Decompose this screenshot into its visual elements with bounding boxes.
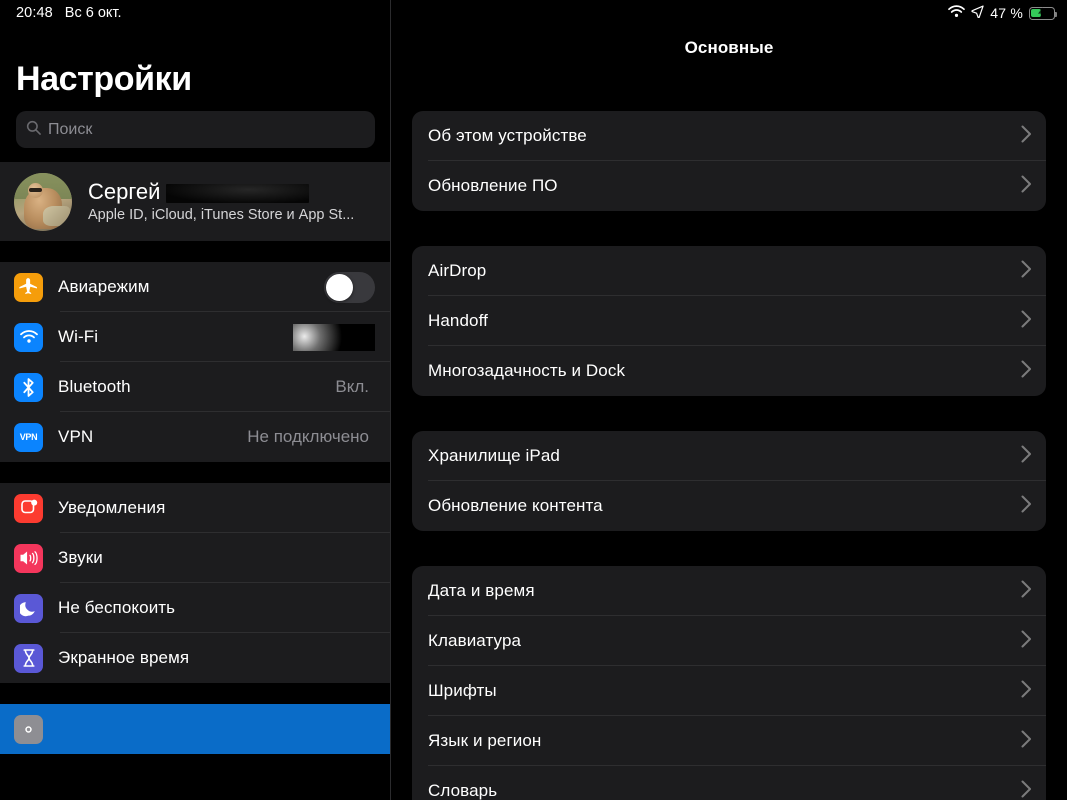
gear-icon (14, 714, 43, 744)
chevron-right-icon (1021, 780, 1032, 800)
notifications-icon (14, 493, 43, 523)
search-placeholder: Поиск (48, 120, 93, 138)
hourglass-icon (14, 643, 43, 673)
sidebar-item-sounds[interactable]: Звуки (0, 533, 391, 583)
sidebar-item-label: Bluetooth (58, 377, 131, 396)
sidebar-item-label: Экранное время (58, 648, 190, 667)
card-spacer (412, 58, 1046, 111)
detail-item-dictionary[interactable]: Словарь (412, 766, 1046, 800)
airplane-mode-toggle[interactable] (324, 271, 375, 303)
detail-item-about[interactable]: Об этом устройстве (412, 111, 1046, 161)
chevron-right-icon (1021, 125, 1032, 148)
notifications-group: Уведомления Звуки Не беспокоить Экранное… (0, 483, 391, 683)
chevron-right-icon (1021, 495, 1032, 518)
chevron-right-icon (1021, 730, 1032, 753)
detail-item-label: Шрифты (428, 681, 497, 700)
search-icon (26, 120, 41, 140)
chevron-right-icon (1021, 580, 1032, 603)
detail-item-software-update[interactable]: Обновление ПО (412, 161, 1046, 211)
sidebar-item-label: Уведомления (58, 498, 166, 517)
detail-item-ipad-storage[interactable]: Хранилище iPad (412, 431, 1046, 481)
chevron-right-icon (1021, 260, 1032, 283)
detail-item-label: Многозадачность и Dock (428, 361, 626, 380)
detail-item-label: Язык и регион (428, 731, 542, 750)
sidebar-item-wifi[interactable]: Wi-Fi (0, 312, 391, 362)
detail-item-label: Обновление ПО (428, 176, 558, 195)
detail-item-background-refresh[interactable]: Обновление контента (412, 481, 1046, 531)
vpn-icon: VPN (14, 422, 43, 452)
account-group: Сергей Apple ID, iCloud, iTunes Store и … (0, 162, 391, 241)
account-name: Сергей (88, 178, 161, 204)
general-group (0, 704, 391, 754)
detail-group-continuity: AirDrop Handoff Многозадачность и Dock (412, 246, 1046, 396)
detail-item-keyboard[interactable]: Клавиатура (412, 616, 1046, 666)
detail-item-label: Об этом устройстве (428, 126, 587, 145)
sidebar-divider (390, 0, 391, 800)
settings-sidebar[interactable]: Настройки Поиск Сергей Apple ID, iCloud,… (0, 0, 391, 800)
detail-cards: Об этом устройстве Обновление ПО AirDrop… (391, 58, 1067, 800)
group-spacer (0, 462, 391, 483)
detail-item-handoff[interactable]: Handoff (412, 296, 1046, 346)
chevron-right-icon (1021, 360, 1032, 383)
airplane-icon (14, 272, 43, 302)
detail-item-language-region[interactable]: Язык и регион (412, 716, 1046, 766)
detail-item-label: Словарь (428, 781, 498, 800)
bluetooth-icon (14, 372, 43, 402)
group-spacer (0, 683, 391, 704)
sidebar-item-notifications[interactable]: Уведомления (0, 483, 391, 533)
sidebar-item-screen-time[interactable]: Экранное время (0, 633, 391, 683)
detail-item-airdrop[interactable]: AirDrop (412, 246, 1046, 296)
detail-group-localization: Дата и время Клавиатура Шрифты Язык и ре… (412, 566, 1046, 800)
sidebar-item-do-not-disturb[interactable]: Не беспокоить (0, 583, 391, 633)
connectivity-group: Авиарежим Wi-Fi Bluetooth Вкл. VPN VPN Н… (0, 262, 391, 462)
chevron-right-icon (1021, 680, 1032, 703)
detail-item-label: Handoff (428, 311, 488, 330)
sounds-speaker-icon (14, 543, 43, 573)
detail-item-label: AirDrop (428, 261, 487, 280)
sidebar-item-label: Wi-Fi (58, 327, 99, 346)
chevron-right-icon (1021, 310, 1032, 333)
detail-item-label: Дата и время (428, 581, 535, 600)
group-spacer (0, 241, 391, 262)
detail-item-label: Клавиатура (428, 631, 522, 650)
sidebar-item-label: Звуки (58, 548, 103, 567)
chevron-right-icon (1021, 630, 1032, 653)
vpn-status-value: Не подключено (247, 427, 369, 446)
sidebar-item-label: Авиарежим (58, 277, 150, 296)
detail-group-device: Об этом устройстве Обновление ПО (412, 111, 1046, 211)
chevron-right-icon (1021, 175, 1032, 198)
sidebar-item-airplane-mode[interactable]: Авиарежим (0, 262, 391, 312)
sidebar-item-general[interactable] (0, 704, 391, 754)
sidebar-item-bluetooth[interactable]: Bluetooth Вкл. (0, 362, 391, 412)
account-subtitle: Apple ID, iCloud, iTunes Store и App St.… (88, 207, 355, 224)
sidebar-item-label: VPN (58, 427, 94, 446)
moon-icon (14, 593, 43, 623)
bluetooth-status-value: Вкл. (335, 377, 369, 396)
page-title: Настройки (16, 60, 192, 98)
detail-item-label: Обновление контента (428, 496, 603, 515)
chevron-right-icon (1021, 445, 1032, 468)
general-detail-pane: Основные Об этом устройстве Обновление П… (391, 0, 1067, 800)
wifi-value-redaction (293, 323, 375, 351)
avatar (14, 172, 72, 231)
sidebar-item-vpn[interactable]: VPN VPN Не подключено (0, 412, 391, 462)
wifi-icon (14, 322, 43, 352)
detail-group-storage: Хранилище iPad Обновление контента (412, 431, 1046, 531)
ipad-settings-screen: 20:48 Вс 6 окт. 47 % Настройки Поиск Сер… (0, 0, 1067, 800)
detail-item-date-time[interactable]: Дата и время (412, 566, 1046, 616)
account-surname-redaction (166, 183, 310, 203)
sidebar-item-label: Не беспокоить (58, 598, 176, 617)
card-spacer (412, 396, 1046, 431)
detail-title: Основные (684, 38, 774, 57)
detail-item-fonts[interactable]: Шрифты (412, 666, 1046, 716)
detail-item-label: Хранилище iPad (428, 446, 560, 465)
sidebar-item-apple-account[interactable]: Сергей Apple ID, iCloud, iTunes Store и … (0, 162, 391, 241)
search-input[interactable]: Поиск (16, 111, 375, 148)
card-spacer (412, 531, 1046, 566)
card-spacer (412, 211, 1046, 246)
search-container[interactable]: Поиск (0, 111, 391, 162)
detail-item-multitasking-dock[interactable]: Многозадачность и Dock (412, 346, 1046, 396)
